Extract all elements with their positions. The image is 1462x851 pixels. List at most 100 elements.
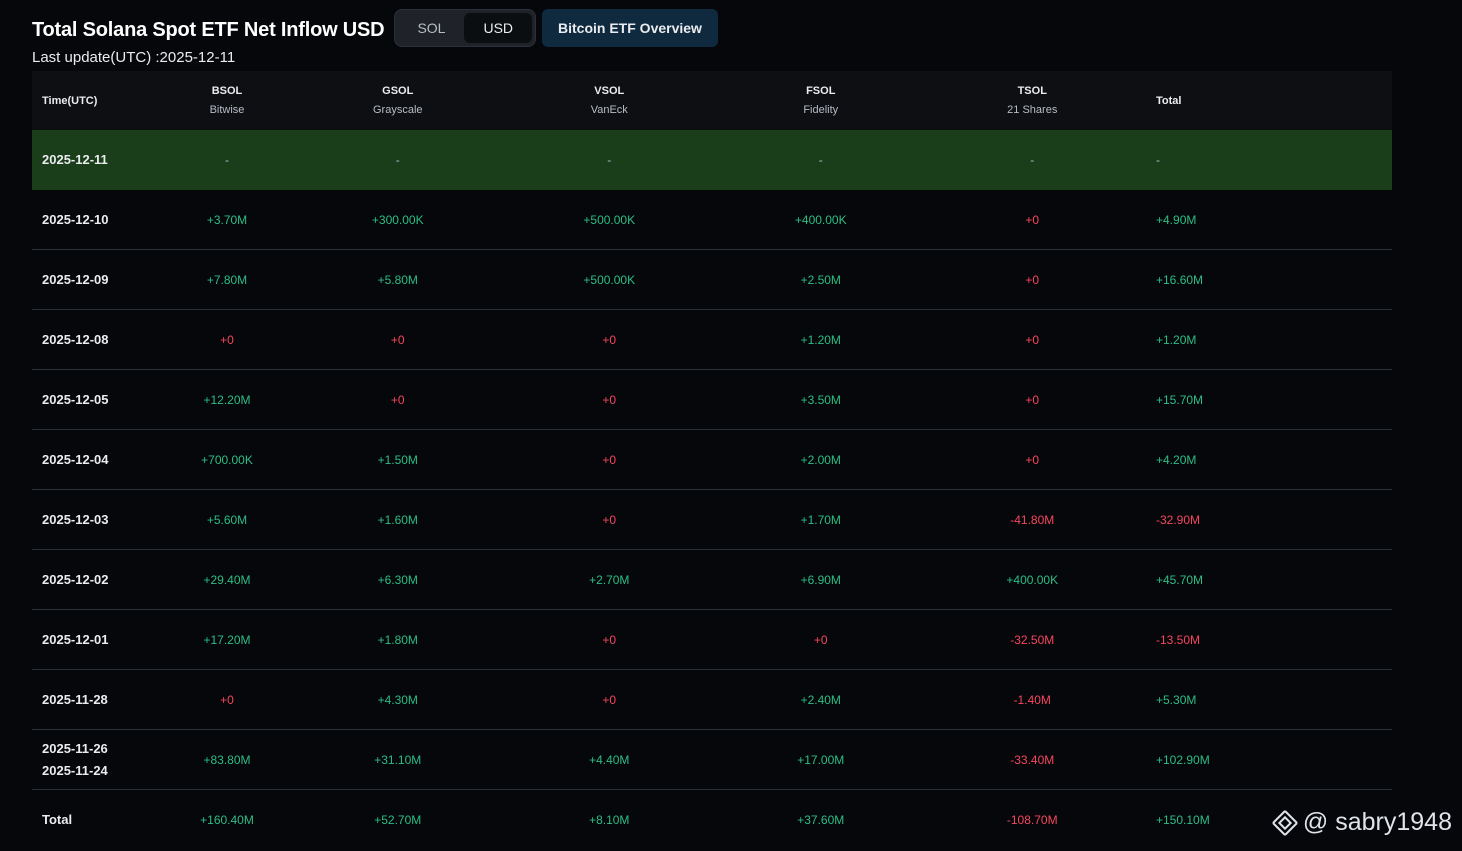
row-date: 2025-12-02 xyxy=(42,571,109,587)
flow-value: +700.00K xyxy=(201,452,253,467)
bitcoin-etf-overview-button[interactable]: Bitcoin ETF Overview xyxy=(542,9,718,47)
value-cell: +45.70M xyxy=(1138,550,1350,609)
value-cell: - xyxy=(292,130,504,190)
flow-value: +0 xyxy=(602,692,617,707)
row-date-cell: 2025-12-03 xyxy=(32,490,162,549)
flow-value: +1.20M xyxy=(1156,332,1197,347)
table-row: 2025-12-02 +29.40M +6.30M +2.70M +6.90M +400.… xyxy=(32,550,1392,610)
flow-value: +17.20M xyxy=(203,632,251,647)
flow-value: +4.20M xyxy=(1156,452,1197,467)
value-cell: +160.40M xyxy=(162,790,292,850)
unit-toggle[interactable]: SOL USD xyxy=(394,9,537,47)
value-cell: -33.40M xyxy=(927,730,1139,789)
row-date: 2025-11-28 xyxy=(42,691,108,707)
row-date: Total xyxy=(42,812,73,827)
value-cell: +500.00K xyxy=(504,250,716,309)
last-update: Last update(UTC) :2025-12-11 xyxy=(32,49,236,66)
flow-value: +7.80M xyxy=(206,272,248,287)
flow-value: +17.00M xyxy=(797,752,845,767)
page-title: Total Solana Spot ETF Net Inflow USD xyxy=(32,18,385,41)
flow-value: +6.30M xyxy=(377,572,418,587)
flow-value: - xyxy=(607,153,612,167)
table-body: 2025-12-11 - - - - - - 2025-12-10 +3.70M +300.00K… xyxy=(32,130,1392,850)
value-cell: +300.00K xyxy=(292,190,504,249)
flow-value: +0 xyxy=(220,332,234,347)
row-date: 2025-12-05 xyxy=(42,391,109,407)
value-cell: +5.60M xyxy=(162,490,292,549)
value-cell: +15.70M xyxy=(1138,370,1350,429)
flow-value: -32.50M xyxy=(1010,632,1055,647)
column-code: BSOL xyxy=(211,84,243,97)
value-cell: +0 xyxy=(715,610,927,669)
value-cell: +31.10M xyxy=(292,730,504,789)
column-header-vsol: VSOL VanEck xyxy=(504,71,716,130)
flow-value: -41.80M xyxy=(1010,512,1055,527)
row-date-cell: 2025-12-10 xyxy=(32,190,162,249)
value-cell: +2.00M xyxy=(715,430,927,489)
flow-value: +29.40M xyxy=(203,572,251,587)
row-date-cell: 2025-11-28 xyxy=(32,670,162,729)
column-header-fsol: FSOL Fidelity xyxy=(715,71,927,130)
value-cell: +4.30M xyxy=(292,670,504,729)
flow-value: +2.50M xyxy=(800,272,841,287)
flow-value: +160.40M xyxy=(200,813,254,827)
flow-value: +6.90M xyxy=(800,572,841,587)
value-cell: +400.00K xyxy=(927,550,1139,609)
value-cell: +83.80M xyxy=(162,730,292,789)
header: Total Solana Spot ETF Net Inflow USD SOL… xyxy=(32,8,718,48)
row-date-secondary: 2025-11-24 xyxy=(42,762,108,778)
flow-value: +0 xyxy=(1025,452,1040,467)
flow-value: +1.50M xyxy=(377,452,418,467)
column-code: TSOL xyxy=(1017,84,1047,97)
value-cell: +0 xyxy=(504,310,716,369)
flow-value: -1.40M xyxy=(1013,692,1051,707)
flow-value: -33.40M xyxy=(1010,752,1055,767)
flow-value: +4.40M xyxy=(589,752,630,767)
flow-value: +5.60M xyxy=(206,512,248,527)
value-cell: +0 xyxy=(927,310,1139,369)
flow-value: +12.20M xyxy=(203,392,251,407)
value-cell: +400.00K xyxy=(715,190,927,249)
flow-value: +1.20M xyxy=(800,332,841,347)
value-cell: +6.30M xyxy=(292,550,504,609)
flow-value: +5.80M xyxy=(377,272,418,287)
row-date-cell: 2025-12-11 xyxy=(32,130,162,190)
row-date: 2025-11-26 xyxy=(42,740,108,756)
column-issuer: VanEck xyxy=(590,103,628,116)
flow-value: - xyxy=(395,153,400,167)
flow-value: +8.10M xyxy=(589,813,630,827)
value-cell: +5.30M xyxy=(1138,670,1350,729)
flow-value: +4.30M xyxy=(377,692,418,707)
flow-value: - xyxy=(225,153,229,167)
value-cell: +0 xyxy=(504,670,716,729)
row-date: 2025-12-01 xyxy=(42,631,109,647)
flow-value: -13.50M xyxy=(1156,632,1201,647)
flow-value: +0 xyxy=(813,632,828,647)
value-cell: +0 xyxy=(162,310,292,369)
value-cell: +3.70M xyxy=(162,190,292,249)
value-cell: +1.20M xyxy=(715,310,927,369)
table-row: 2025-11-26 2025-11-24 +83.80M +31.10M +4.40M… xyxy=(32,730,1392,790)
etf-flow-table: Time(UTC) BSOL Bitwise GSOL Grayscale VSOL Van… xyxy=(32,71,1392,850)
toggle-usd[interactable]: USD xyxy=(464,13,533,43)
column-issuer: Bitwise xyxy=(209,103,245,116)
value-cell: +2.70M xyxy=(504,550,716,609)
value-cell: +0 xyxy=(162,670,292,729)
toggle-sol[interactable]: SOL xyxy=(398,13,464,43)
column-code: FSOL xyxy=(806,84,836,97)
flow-value: +2.40M xyxy=(800,692,841,707)
column-code: VSOL xyxy=(594,84,625,97)
row-date-cell: 2025-12-05 xyxy=(32,370,162,429)
value-cell: +17.00M xyxy=(715,730,927,789)
column-header-tsol: TSOL 21 Shares xyxy=(927,71,1139,130)
value-cell: +2.50M xyxy=(715,250,927,309)
flow-value: +0 xyxy=(390,332,405,347)
flow-value: +3.70M xyxy=(206,212,248,227)
value-cell: +0 xyxy=(927,250,1139,309)
column-code: GSOL xyxy=(382,84,414,97)
row-date-cell: 2025-12-04 xyxy=(32,430,162,489)
flow-value: +1.80M xyxy=(377,632,418,647)
watermark-text: @ sabry1948 xyxy=(1302,808,1452,836)
value-cell: -32.90M xyxy=(1138,490,1350,549)
flow-value: - xyxy=(818,153,823,167)
